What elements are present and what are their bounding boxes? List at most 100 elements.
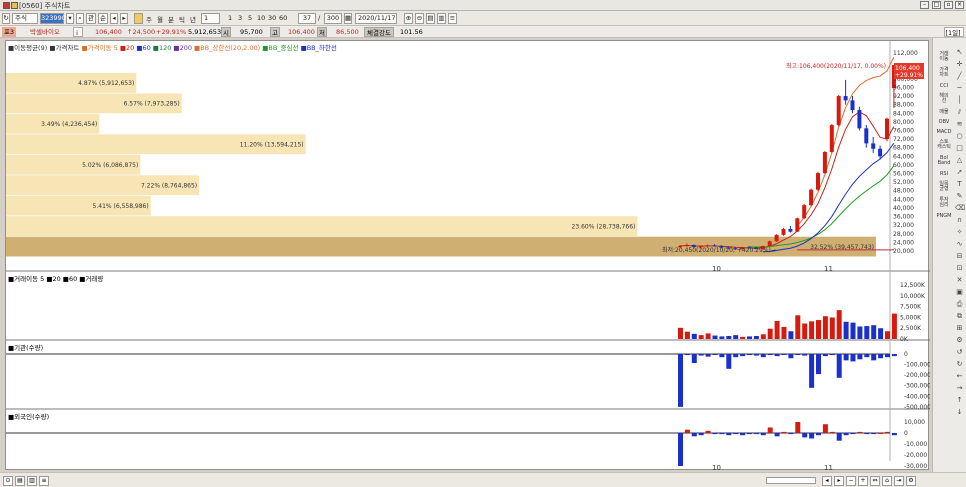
zoom-plus-icon[interactable]: +	[858, 476, 868, 486]
tool-label-7[interactable]: RSI	[936, 172, 952, 177]
period-month[interactable]: 월	[157, 14, 163, 24]
tool-label-1[interactable]: 해의 선	[936, 94, 952, 104]
pencil-icon[interactable]: ✎	[955, 192, 964, 200]
home-icon[interactable]: ⌂	[882, 476, 892, 486]
info-icon[interactable]: i	[73, 27, 83, 37]
magnet-icon[interactable]: ∩	[955, 216, 964, 224]
grid-icon[interactable]: ▥	[437, 13, 446, 24]
interval-label[interactable]: [1일]	[944, 27, 964, 37]
tool-label-4[interactable]: MACD	[936, 130, 952, 135]
legend-item[interactable]: ■BB_상한선(20,2.00)	[194, 44, 262, 52]
minute-option-60[interactable]: 60	[279, 14, 287, 22]
copy-icon[interactable]: ⧉	[955, 312, 964, 320]
split-icon[interactable]: ⊞	[955, 324, 964, 332]
calendar-icon[interactable]: ▦	[344, 13, 352, 24]
print-icon[interactable]: ⎙	[955, 300, 964, 308]
legend-item[interactable]: ■이동평균(9)	[8, 44, 49, 52]
scroll-left-icon[interactable]: ◂	[822, 476, 832, 486]
total-input[interactable]: 300	[324, 13, 342, 24]
gann-icon[interactable]: ✧	[955, 228, 964, 236]
down-icon[interactable]: ↓	[955, 408, 964, 416]
list-icon[interactable]: ≡	[448, 13, 457, 24]
circle-icon[interactable]: ○	[955, 132, 964, 140]
bottom-btn-3[interactable]: ▥	[27, 476, 37, 486]
bottom-settings-icon[interactable]: ⚙	[906, 476, 916, 486]
zoom-out-icon[interactable]: ⊖	[415, 13, 424, 24]
tool-price[interactable]: 가격 차트	[936, 68, 952, 78]
chart-area[interactable]: 4.87% (5,912,653) 6.57% (7,973,285) 3.49% …	[5, 40, 931, 472]
prev-icon[interactable]: ◂	[110, 13, 118, 24]
tool-label-8[interactable]: 일목 균형	[936, 182, 952, 192]
right-icon[interactable]: →	[955, 384, 964, 392]
tool-label-9[interactable]: 투자 심리	[936, 198, 952, 208]
crosshair-icon[interactable]: ✛	[955, 60, 964, 68]
minute-option-5[interactable]: 5	[248, 14, 252, 22]
zoom-in-icon[interactable]: ⊕	[404, 13, 413, 24]
hline-icon[interactable]: ─	[955, 84, 964, 92]
tool-label-3[interactable]: OBV	[936, 120, 952, 125]
code-btn-1[interactable]: 관	[86, 13, 96, 24]
restore-icon[interactable]: ▫	[944, 1, 953, 9]
fit-icon[interactable]: ⇔	[870, 476, 880, 486]
legend-item[interactable]: ■20	[120, 44, 136, 52]
redo-icon[interactable]: ↻	[955, 360, 964, 368]
eraser-icon[interactable]: ⌫	[955, 204, 965, 212]
tool-label-2[interactable]: 매물	[936, 110, 952, 115]
magnifier-icon[interactable]: ⌕	[76, 13, 84, 24]
tool-label-10[interactable]: PNGM	[936, 214, 952, 219]
text-icon[interactable]: T	[955, 180, 964, 188]
minute-option-30[interactable]: 30	[268, 14, 276, 22]
minute-option-1[interactable]: 1	[228, 14, 232, 22]
legend-item[interactable]: ■60	[136, 44, 152, 52]
rectangle-icon[interactable]: □	[955, 144, 964, 152]
bottom-btn-2[interactable]: ▤	[15, 476, 25, 486]
tool-cci[interactable]: CCI	[936, 84, 952, 89]
left-icon[interactable]: ←	[955, 372, 964, 380]
channel-icon[interactable]: ⫽	[955, 108, 964, 116]
period-year[interactable]: 년	[190, 14, 196, 24]
date-input[interactable]: 2020/11/17	[355, 13, 397, 24]
end-icon[interactable]: ⇥	[894, 476, 904, 486]
close-icon[interactable]: ×	[955, 1, 964, 9]
legend-item[interactable]: ■120	[153, 44, 174, 52]
tool-moving-avg[interactable]: 거래 이동	[936, 52, 952, 62]
settings-icon[interactable]: ⚙	[955, 336, 964, 344]
chart-icon[interactable]: ▤	[426, 13, 435, 24]
delete-icon[interactable]: ✕	[955, 276, 964, 284]
save-icon[interactable]: ▣	[955, 288, 964, 296]
minimize-icon[interactable]: –	[920, 1, 929, 9]
triangle-icon[interactable]: △	[955, 156, 964, 164]
count-input[interactable]: 37	[298, 13, 316, 24]
next-icon[interactable]: ▸	[120, 13, 128, 24]
bottom-btn-4[interactable]: ≡	[39, 476, 49, 486]
minute-option-3[interactable]: 3	[238, 14, 242, 22]
vline-icon[interactable]: │	[955, 96, 964, 104]
wave-icon[interactable]: ∿	[955, 240, 964, 248]
period-tick[interactable]: 틱	[179, 14, 185, 24]
refresh-icon[interactable]: ↻	[2, 13, 10, 24]
legend-item[interactable]: ■BB_중심선	[262, 44, 300, 52]
trendline-icon[interactable]: ╱	[955, 72, 964, 80]
day-period-button[interactable]	[134, 13, 143, 24]
up-icon[interactable]: ↑	[955, 396, 964, 404]
undo-icon[interactable]: ↺	[955, 348, 964, 356]
minute-option-10[interactable]: 10	[257, 14, 265, 22]
stock-code-input[interactable]: 323990	[40, 13, 66, 24]
fibonacci-icon[interactable]: ≋	[955, 120, 964, 128]
scroll-track[interactable]	[766, 477, 816, 484]
legend-item[interactable]: ■가격차트	[49, 44, 81, 52]
period-week[interactable]: 주	[146, 14, 152, 24]
zoom-minus-icon[interactable]: −	[846, 476, 856, 486]
tool-label-5[interactable]: 스토 캐스틱	[936, 140, 952, 150]
arrow-icon[interactable]: ➚	[955, 168, 964, 176]
search-icon[interactable]: ▾	[66, 13, 74, 24]
legend-item[interactable]: ■가격이동 5	[81, 44, 119, 52]
scroll-right-icon[interactable]: ▸	[834, 476, 844, 486]
group-tag[interactable]: 포3	[2, 27, 16, 37]
bottom-btn-1[interactable]: ⊙	[3, 476, 13, 486]
ruler-icon[interactable]: ⊟	[955, 252, 964, 260]
tool-label-6[interactable]: Bol Band	[936, 156, 952, 166]
legend-item[interactable]: ■BB_하한선	[301, 44, 337, 52]
link-icon[interactable]	[11, 2, 18, 9]
market-select[interactable]: 주식	[12, 13, 38, 24]
